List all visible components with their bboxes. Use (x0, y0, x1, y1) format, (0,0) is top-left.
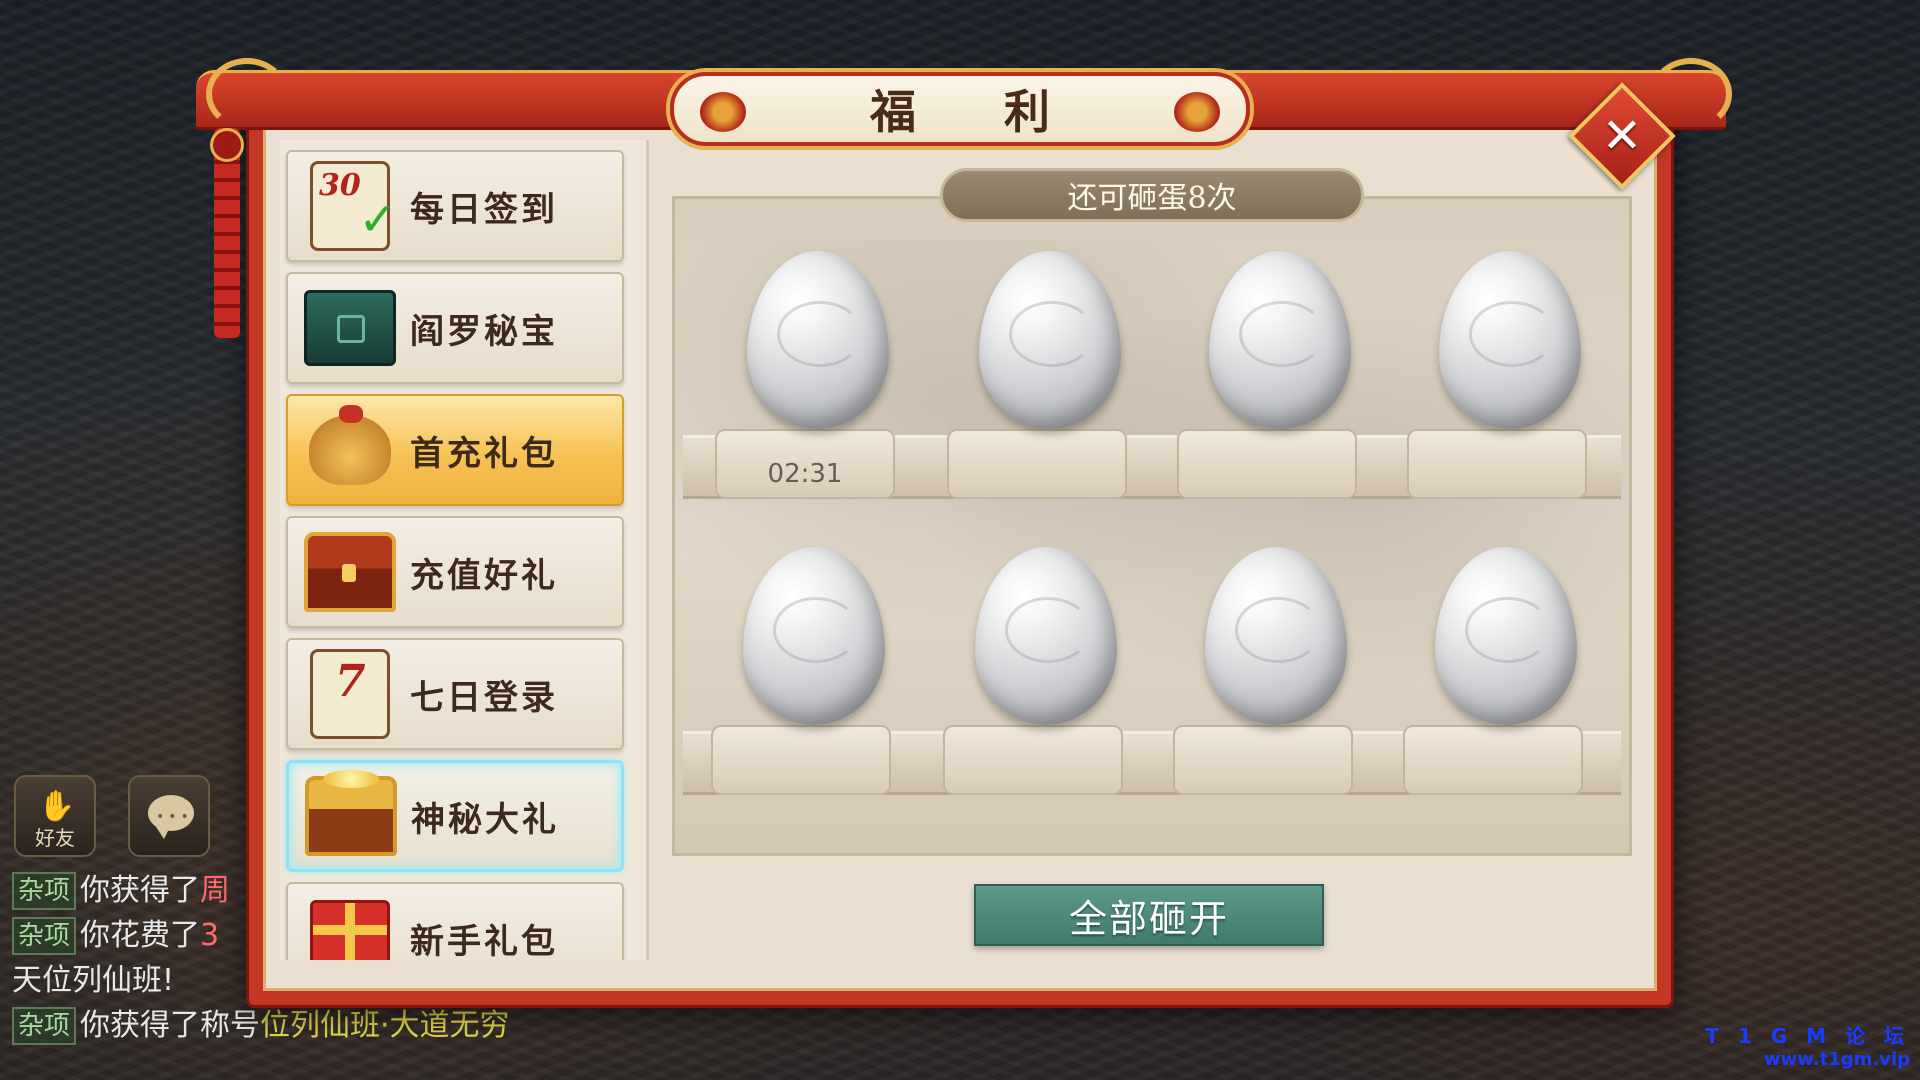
sidebar-item-recharge-gift[interactable]: 充值好礼 (286, 516, 624, 628)
green-chest-icon (304, 282, 396, 374)
egg-pedestal (711, 725, 891, 795)
watermark: T 1 G M 论 坛 www.t1gm.vip (1705, 1020, 1910, 1070)
egg-timer: 02:31 (767, 459, 843, 489)
chat-highlight: 3 (200, 918, 220, 953)
egg-pedestal (1403, 725, 1583, 795)
chat-highlight: 周 (200, 873, 231, 908)
sidebar-item-label: 神秘大礼 (411, 799, 559, 840)
gift-box-icon (304, 892, 396, 960)
chat-text: 你花费了 (80, 918, 201, 953)
knot-decoration-icon (210, 128, 244, 162)
silver-egg-icon[interactable] (1209, 251, 1351, 429)
smash-all-label: 全部砸开 (1068, 896, 1229, 941)
egg-smash-board: 02:31 (672, 196, 1632, 856)
silver-egg-icon[interactable] (747, 251, 889, 429)
egg-pedestal (1177, 429, 1357, 499)
chat-text: 天位列仙班! (12, 963, 175, 998)
egg-slot[interactable] (937, 229, 1137, 499)
sidebar-item-label: 充值好礼 (410, 555, 558, 596)
chat-button[interactable]: ••• (128, 775, 210, 857)
sidebar-item-label: 首充礼包 (410, 433, 558, 474)
chat-tag: 杂项 (12, 1006, 77, 1045)
friends-button[interactable]: ✋ 好友 (14, 775, 96, 857)
egg-slot[interactable] (1397, 229, 1597, 499)
cloud-ornament-icon (1650, 58, 1732, 130)
egg-pedestal (1173, 725, 1353, 795)
sidebar-item-newbie-gift[interactable]: 新手礼包 (286, 882, 624, 960)
silver-egg-icon[interactable] (1435, 547, 1577, 725)
sidebar-item-first-recharge[interactable]: 首充礼包 (286, 394, 624, 506)
chat-text: 你获得了 (80, 873, 201, 908)
sidebar-item-yanluo-treasure[interactable]: 阎罗秘宝 (286, 272, 624, 384)
money-bag-icon (304, 404, 396, 496)
calendar-number: 30 (319, 168, 361, 203)
chat-highlight: 位列仙班·大道无穷 (260, 1008, 510, 1043)
chat-text: 你获得了称号 (80, 1008, 261, 1043)
calendar-number: 7 (335, 656, 366, 707)
watermark-url: www.t1gm.vip (1764, 1049, 1910, 1070)
sidebar-item-label: 新手礼包 (410, 921, 558, 961)
sidebar-item-label: 每日签到 (410, 189, 558, 230)
silver-egg-icon[interactable] (975, 547, 1117, 725)
handshake-icon: ✋ (38, 789, 76, 824)
dragon-ornament-icon (1174, 92, 1220, 132)
red-chest-icon (304, 526, 396, 618)
chat-line: 杂项 你获得了称号 位列仙班·大道无穷 (12, 1003, 572, 1048)
egg-slot[interactable] (933, 525, 1133, 795)
silver-egg-icon[interactable] (743, 547, 885, 725)
dialog-title: 福 利 (869, 85, 1086, 139)
silver-egg-icon[interactable] (1439, 251, 1581, 429)
egg-slot[interactable] (1393, 525, 1593, 795)
smash-count-banner: 还可砸蛋8次 (940, 168, 1364, 222)
egg-pedestal (1407, 429, 1587, 499)
egg-pedestal: 02:31 (715, 429, 895, 499)
calendar-7-icon: 7 (304, 648, 396, 740)
smash-count-text: 还可砸蛋8次 (1067, 181, 1237, 216)
egg-pedestal (947, 429, 1127, 499)
cloud-ornament-icon (206, 58, 288, 130)
sidebar-item-seven-day-login[interactable]: 7 七日登录 (286, 638, 624, 750)
egg-slot[interactable] (1163, 525, 1363, 795)
close-icon[interactable]: ✕ (1584, 98, 1660, 174)
silver-egg-icon[interactable] (1205, 547, 1347, 725)
friends-label: 好友 (35, 826, 75, 850)
egg-slot[interactable] (1167, 229, 1367, 499)
sidebar-item-daily-signin[interactable]: 30 ✓ 每日签到 (286, 150, 624, 262)
dialog-title-plate: 福 利 (670, 72, 1250, 146)
dragon-ornament-icon (700, 92, 746, 132)
chat-tag: 杂项 (12, 916, 77, 955)
welfare-sidebar: 30 ✓ 每日签到 阎罗秘宝 首充礼包 充值好礼 7 七日登录 神秘大礼 新手礼包 (280, 140, 649, 960)
watermark-title: T 1 G M 论 坛 (1705, 1024, 1910, 1048)
calendar-check-icon: 30 ✓ (304, 160, 397, 252)
egg-pedestal (943, 725, 1123, 795)
sidebar-item-mystery-gift[interactable]: 神秘大礼 (286, 760, 624, 872)
silver-egg-icon[interactable] (979, 251, 1121, 429)
sidebar-item-label: 阎罗秘宝 (410, 311, 558, 352)
gold-chest-icon (305, 770, 397, 862)
sidebar-item-label: 七日登录 (410, 677, 558, 718)
egg-slot[interactable] (701, 525, 901, 795)
chat-bubble-icon: ••• (148, 795, 194, 839)
chat-tag: 杂项 (12, 871, 77, 910)
smash-all-button[interactable]: 全部砸开 (974, 884, 1324, 946)
egg-slot[interactable]: 02:31 (705, 229, 905, 499)
